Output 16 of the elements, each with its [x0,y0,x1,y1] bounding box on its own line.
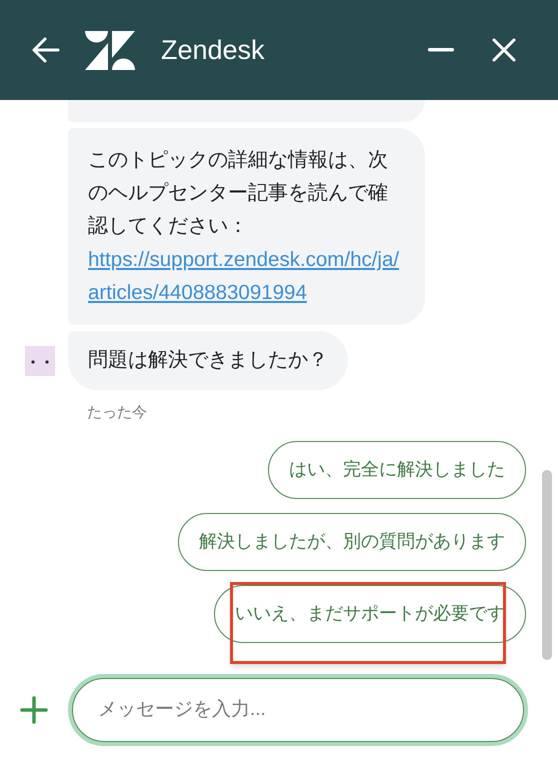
add-icon[interactable] [20,696,48,724]
avatar-icon [25,346,55,376]
message-input-field[interactable]: メッセージを入力... [72,678,524,742]
minimize-icon[interactable] [428,48,454,52]
message-text: 問題は解決できましたか？ [88,348,328,373]
close-icon[interactable] [492,38,516,62]
logo-icon [85,30,135,70]
header-title: Zendesk [161,34,265,67]
article-link[interactable]: https://support.zendesk.com/hc/ja/articles/4408883091994 [88,243,400,309]
quick-reply-button[interactable]: いいえ、まだサポートが必要です [214,584,526,642]
timestamp: たった今 [87,403,148,423]
back-arrow-icon[interactable] [32,37,60,63]
quick-reply-button[interactable]: はい、完全に解決しました [268,440,526,498]
message-text: このトピックの詳細な情報は、次のヘルプセンター記事を読んで確認してください： [88,148,388,239]
quick-reply-button[interactable]: 解決しましたが、別の質問があります [178,512,526,570]
scrollbar-thumb[interactable] [542,470,552,660]
